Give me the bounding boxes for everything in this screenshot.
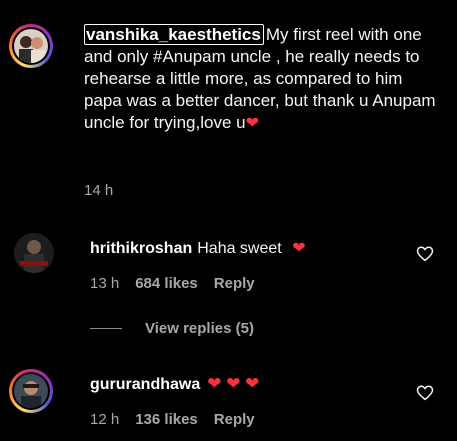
caption-time: 14 h bbox=[84, 182, 114, 199]
caption-meta: 14 h bbox=[84, 182, 113, 199]
avatar-photo bbox=[14, 29, 48, 63]
likes-count[interactable]: 136 likes bbox=[135, 411, 198, 428]
comment-username[interactable]: gururandhawa bbox=[90, 376, 200, 393]
comment-time: 13 h bbox=[90, 275, 120, 292]
comment-time: 12 h bbox=[90, 411, 120, 428]
comment-meta: 12 h 136 likes Reply bbox=[90, 411, 255, 428]
heart-emoji: ❤ bbox=[292, 240, 306, 257]
caption-author-avatar[interactable] bbox=[9, 24, 53, 68]
heart-outline-icon[interactable] bbox=[416, 245, 434, 263]
view-replies-button[interactable]: View replies (5) bbox=[90, 320, 254, 337]
commenter-avatar[interactable] bbox=[9, 369, 53, 413]
heart-emoji: ❤ bbox=[245, 115, 259, 132]
reply-button[interactable]: Reply bbox=[214, 275, 255, 292]
heart-emoji: ❤ ❤ ❤ bbox=[207, 374, 260, 393]
likes-count[interactable]: 684 likes bbox=[135, 275, 198, 292]
commenter-avatar[interactable] bbox=[14, 233, 54, 273]
caption-username[interactable]: vanshika_kaesthetics bbox=[84, 24, 264, 45]
comment-text: Haha sweet bbox=[197, 240, 282, 257]
avatar-photo bbox=[14, 233, 54, 273]
avatar-photo bbox=[14, 374, 48, 408]
divider-line bbox=[90, 328, 122, 329]
comment-body: hrithikroshan Haha sweet ❤ bbox=[90, 238, 306, 258]
view-replies-label: View replies (5) bbox=[145, 320, 254, 337]
comment-body: gururandhawa ❤ ❤ ❤ bbox=[90, 374, 259, 394]
comment-meta: 13 h 684 likes Reply bbox=[90, 275, 255, 292]
reply-button[interactable]: Reply bbox=[214, 411, 255, 428]
caption: vanshika_kaesthetics My first reel with o… bbox=[84, 24, 444, 135]
heart-outline-icon[interactable] bbox=[416, 384, 434, 402]
comment-username[interactable]: hrithikroshan bbox=[90, 240, 192, 257]
